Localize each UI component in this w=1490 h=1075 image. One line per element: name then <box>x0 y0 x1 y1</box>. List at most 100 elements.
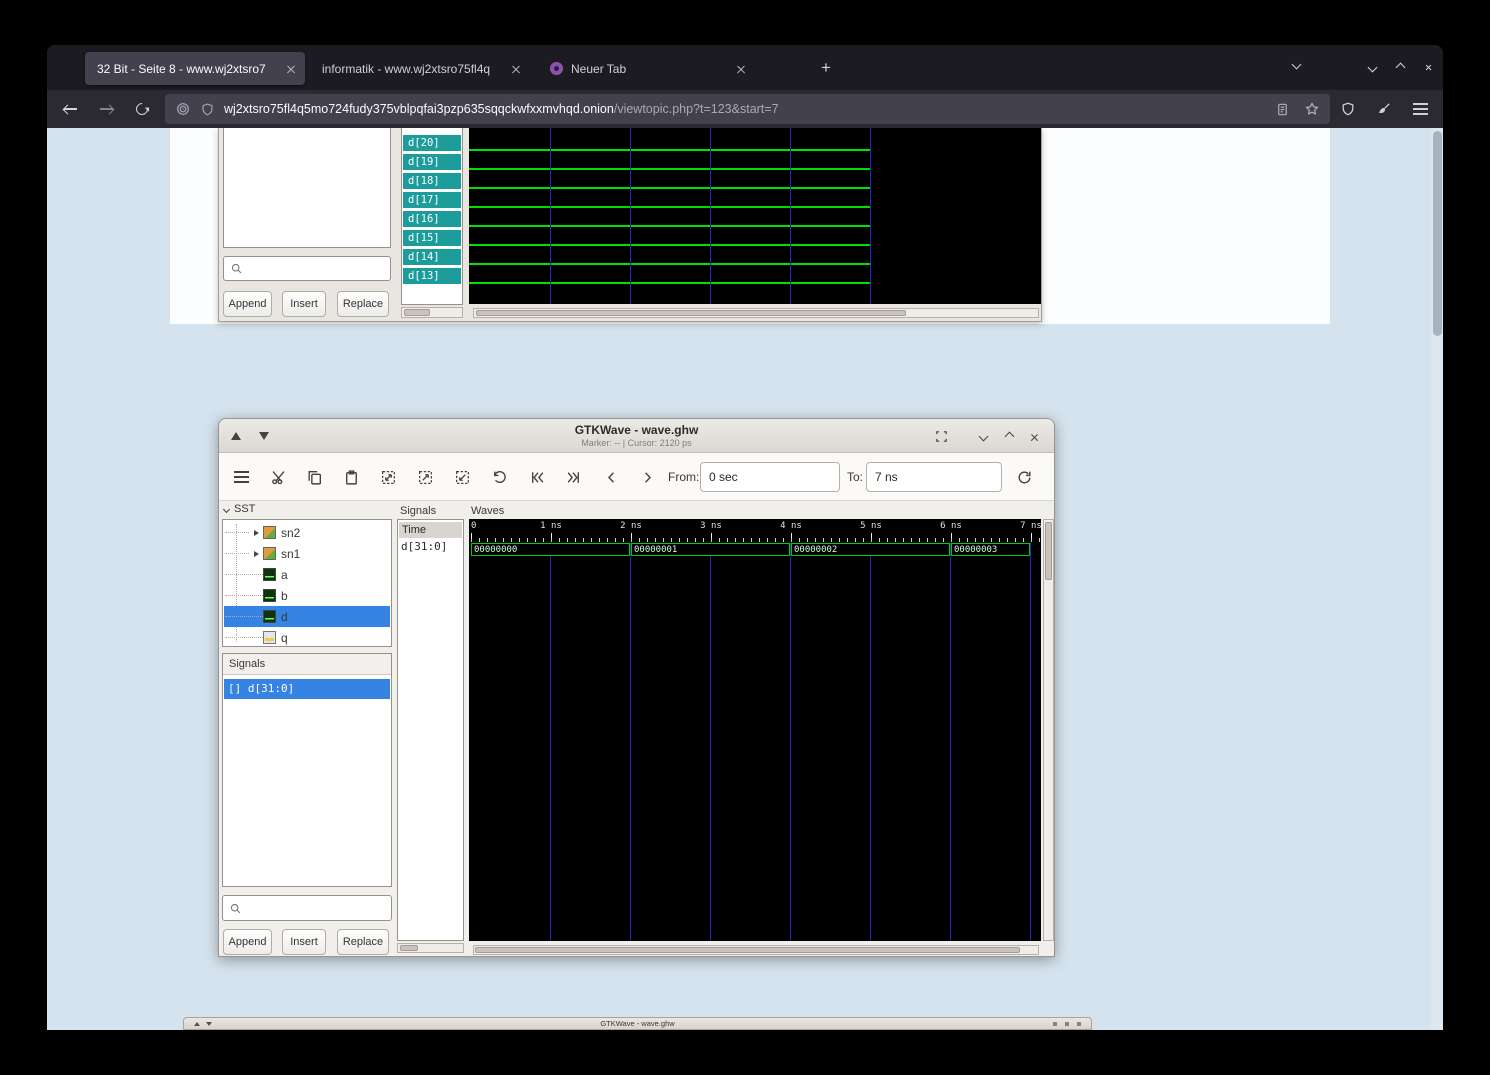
signal-name-cell[interactable]: d[19] <box>403 154 461 170</box>
waveform-pane[interactable]: 01 ns2 ns3 ns4 ns5 ns6 ns7 ns 0000000000… <box>469 519 1041 941</box>
zoom-out-icon[interactable] <box>449 464 475 490</box>
window-title: GTKWave - wave.ghw <box>184 1018 1091 1029</box>
bus-line <box>469 206 871 208</box>
tree-item-q[interactable]: q <box>224 627 390 648</box>
titlebar[interactable]: GTKWave - wave.ghw Marker: -- | Cursor: … <box>219 419 1054 453</box>
fit-window-icon[interactable] <box>933 428 950 445</box>
shield-icon[interactable] <box>200 102 215 117</box>
tree-connector <box>225 574 263 575</box>
window-minimize-button[interactable] <box>1361 56 1383 78</box>
bus-segment: 00000002 <box>791 543 950 556</box>
horizontal-scrollbar[interactable] <box>401 307 463 318</box>
close-icon[interactable] <box>1027 429 1042 444</box>
scrollbar-thumb[interactable] <box>1433 131 1442 336</box>
replace-button[interactable]: Replace <box>337 291 389 317</box>
refresh-icon[interactable] <box>1011 464 1037 490</box>
skip-to-end-icon[interactable] <box>560 464 586 490</box>
url-bar[interactable]: wj2xtsro75fl4q5mo724fudy375vblpqfai3pzp6… <box>165 94 1330 124</box>
paste-icon[interactable] <box>338 464 364 490</box>
tab-close-icon[interactable] <box>508 61 524 77</box>
copy-icon[interactable] <box>301 464 327 490</box>
replace-button[interactable]: Replace <box>337 929 389 955</box>
tree-item-sn2[interactable]: sn2 <box>224 522 390 543</box>
scrollbar-thumb[interactable] <box>400 945 418 951</box>
append-button[interactable]: Append <box>223 929 272 955</box>
signal-row-label[interactable]: d[31:0] <box>399 539 462 555</box>
window-title: GTKWave - wave.ghw <box>219 423 1054 437</box>
search-input[interactable] <box>222 895 392 921</box>
gtkwave-window: GTKWave - wave.ghw Marker: -- | Cursor: … <box>218 418 1055 957</box>
menu-hamburger-icon[interactable] <box>1408 97 1432 121</box>
insert-button[interactable]: Insert <box>282 929 326 955</box>
signal-name-cell[interactable]: d[13] <box>403 268 461 284</box>
sst-label: SST <box>234 503 255 515</box>
tree-item-label: sn1 <box>281 547 300 561</box>
tab-close-icon[interactable] <box>283 61 299 77</box>
back-button[interactable] <box>55 94 85 124</box>
previous-edge-icon[interactable] <box>598 464 624 490</box>
ruler-tick-label: 0 <box>471 521 476 531</box>
signal-name-cell[interactable]: d[16] <box>403 211 461 227</box>
window-maximize-button[interactable] <box>1389 56 1411 78</box>
zoom-in-icon[interactable] <box>412 464 438 490</box>
vertical-scrollbar[interactable] <box>1043 519 1054 941</box>
new-tab-button[interactable]: + <box>813 55 839 81</box>
expander-icon[interactable] <box>249 526 263 540</box>
signal-name-cell[interactable]: d[15] <box>403 230 461 246</box>
port-icon <box>263 631 276 644</box>
forward-button[interactable] <box>91 94 121 124</box>
sst-header[interactable]: SST <box>224 503 255 515</box>
signals-column-header[interactable]: Signals <box>223 654 391 675</box>
from-input[interactable] <box>700 462 840 492</box>
security-shield-icon[interactable] <box>1336 97 1360 121</box>
module-icon <box>263 547 276 560</box>
expander-icon[interactable] <box>249 547 263 561</box>
signal-name-cell[interactable]: d[18] <box>403 173 461 189</box>
back-arrow-icon <box>63 103 78 116</box>
button-row: Append Insert Replace <box>219 929 394 955</box>
signal-name-cell[interactable]: d[17] <box>403 192 461 208</box>
scrollbar-thumb[interactable] <box>476 310 906 316</box>
new-identity-broom-icon[interactable] <box>1372 97 1396 121</box>
tree-item-d[interactable]: d <box>224 606 390 627</box>
browser-scrollbar[interactable] <box>1431 128 1443 1030</box>
scrollbar-thumb[interactable] <box>475 947 1020 953</box>
reload-button[interactable] <box>127 94 157 124</box>
from-label: From: <box>668 470 699 484</box>
zoom-fit-icon[interactable] <box>375 464 401 490</box>
cut-icon[interactable] <box>265 464 291 490</box>
search-input[interactable] <box>223 256 391 281</box>
browser-tab[interactable]: informatik - www.wj2xtsro75fl4q <box>310 52 530 85</box>
undo-icon[interactable] <box>486 464 512 490</box>
window-close-button[interactable] <box>1417 56 1439 78</box>
horizontal-scrollbar[interactable] <box>397 943 464 953</box>
minimize-chevron-icon[interactable] <box>975 428 992 445</box>
horizontal-scrollbar[interactable] <box>473 308 1039 318</box>
tab-bar: 32 Bit - Seite 8 - www.wj2xtsro7informat… <box>47 45 1443 90</box>
signal-name-cell[interactable]: d[20] <box>403 135 461 151</box>
tree-item-a[interactable]: a <box>224 564 390 585</box>
maximize-chevron-icon[interactable] <box>1001 428 1018 445</box>
horizontal-scrollbar[interactable] <box>473 945 1039 955</box>
scrollbar-thumb[interactable] <box>404 309 430 316</box>
signal-name-cell[interactable]: d[14] <box>403 249 461 265</box>
tree-item-sn1[interactable]: sn1 <box>224 543 390 564</box>
browser-tab[interactable]: 32 Bit - Seite 8 - www.wj2xtsro7 <box>85 52 305 85</box>
scrollbar-thumb[interactable] <box>1045 522 1052 580</box>
tree-item-b[interactable]: b <box>224 585 390 606</box>
ruler-tick-label: 1 ns <box>540 521 562 531</box>
time-row[interactable]: Time <box>399 522 462 538</box>
waves-pane-label: Waves <box>471 505 504 517</box>
next-edge-icon[interactable] <box>634 464 660 490</box>
browser-tab[interactable]: Neuer Tab <box>538 52 755 85</box>
selected-signal-row[interactable]: [] d[31:0] <box>224 679 390 699</box>
skip-to-start-icon[interactable] <box>524 464 550 490</box>
menu-icon[interactable] <box>228 464 254 490</box>
tor-circuit-icon[interactable] <box>175 101 191 117</box>
insert-button[interactable]: Insert <box>282 291 326 317</box>
reader-mode-icon[interactable] <box>1275 102 1290 117</box>
append-button[interactable]: Append <box>223 291 272 317</box>
to-input[interactable] <box>866 462 1002 492</box>
tab-close-icon[interactable] <box>733 61 749 77</box>
bookmark-star-icon[interactable] <box>1304 101 1320 117</box>
